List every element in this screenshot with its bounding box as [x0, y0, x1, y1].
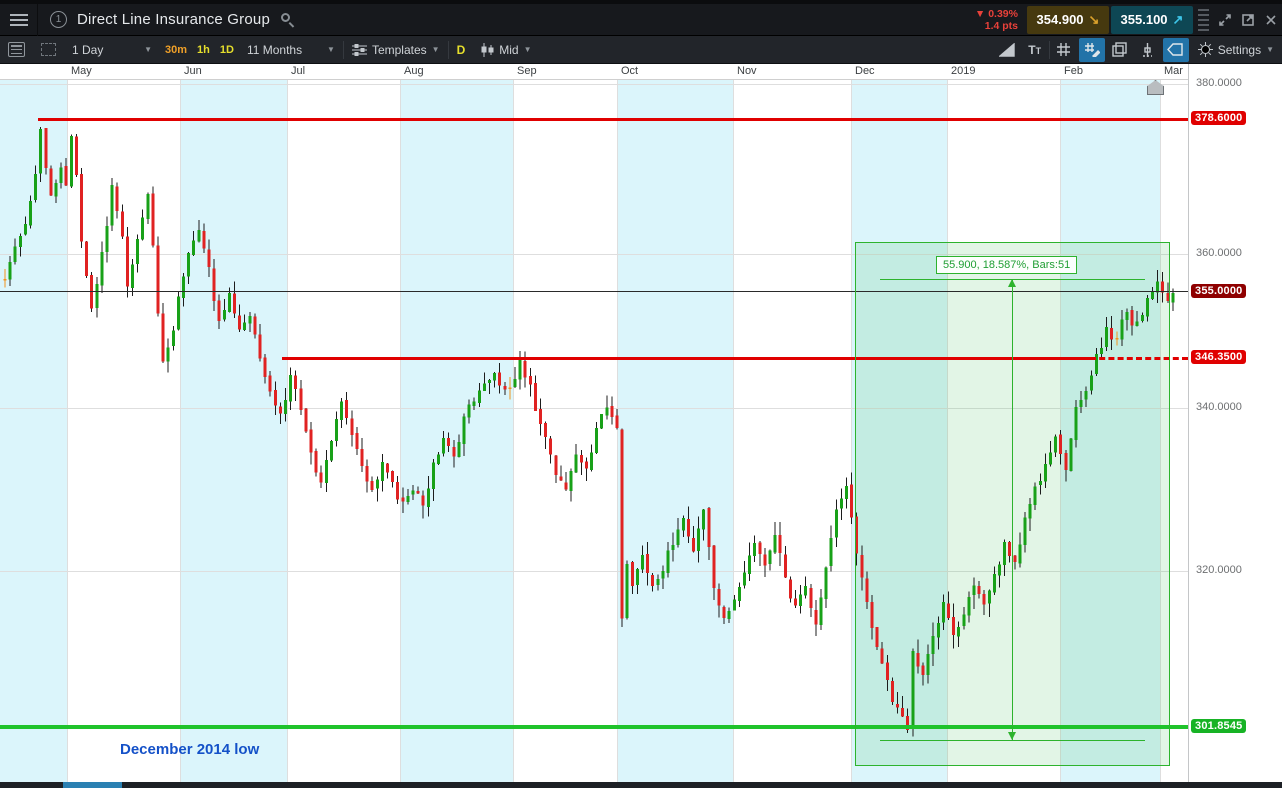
- popout-window-button[interactable]: [1236, 9, 1259, 31]
- chart-text-annotation[interactable]: December 2014 low: [120, 741, 259, 758]
- list-icon: [8, 42, 25, 57]
- axis-tick-label: 320.0000: [1196, 563, 1242, 576]
- templates-dropdown[interactable]: Templates ▼: [344, 36, 448, 64]
- arrow-up-icon: [1008, 279, 1016, 287]
- price-change-indicator: ▼ 0.39% 1.4 pts: [975, 8, 1018, 32]
- axis-tick-label: 380.0000: [1196, 77, 1242, 89]
- interval-1d-button[interactable]: 1D: [215, 44, 239, 56]
- grid-settings-button[interactable]: [1051, 38, 1077, 62]
- chevron-down-icon: ▼: [1266, 45, 1274, 54]
- draw-tools-button-active[interactable]: [1078, 37, 1105, 62]
- sell-price-button[interactable]: 354.900 ↘: [1027, 5, 1109, 34]
- resistance-378-badge: 378.6000: [1191, 111, 1247, 125]
- chart-type-letter-button[interactable]: D: [449, 36, 474, 64]
- hamburger-menu-button[interactable]: [0, 3, 38, 36]
- scrollbar-handle[interactable]: [63, 782, 122, 788]
- sell-down-arrow-icon: ↘: [1088, 11, 1100, 27]
- instrument-title: Direct Line Insurance Group: [77, 11, 270, 28]
- price-axis[interactable]: 380.0000 360.0000 340.0000 320.0000 378.6000…: [1188, 64, 1282, 782]
- dashed-square-icon: [41, 43, 56, 56]
- interval-1h-button[interactable]: 1h: [192, 44, 215, 56]
- search-icon[interactable]: [280, 12, 296, 28]
- buy-up-arrow-icon: ↗: [1172, 11, 1184, 27]
- drag-grip-icon[interactable]: [1198, 8, 1209, 31]
- layers-button[interactable]: [1107, 38, 1133, 62]
- change-points: 1.4 pts: [984, 19, 1018, 32]
- candlestick-chart-canvas[interactable]: May Jun Jul Aug Sep Oct Nov Dec 2019 Feb Mar 55.900…: [0, 64, 1188, 782]
- price-label-tool-button[interactable]: [1162, 37, 1189, 62]
- trend-tool-button[interactable]: [994, 38, 1020, 62]
- chevron-down-icon: ▼: [144, 45, 152, 54]
- restore-window-button[interactable]: [1213, 9, 1236, 31]
- support-346-badge: 346.3500: [1191, 350, 1247, 365]
- layout-grid-button[interactable]: [33, 36, 64, 64]
- chevron-down-icon: ▼: [431, 45, 440, 54]
- current-355-badge: 355.0000: [1191, 283, 1247, 298]
- window-header: 1 Direct Line Insurance Group ▼ 0.39% 1.…: [0, 3, 1282, 36]
- period-dropdown[interactable]: 1 Day ▼: [64, 36, 160, 64]
- time-scrollbar[interactable]: [0, 782, 1282, 788]
- watchlist-panel-button[interactable]: [0, 36, 33, 64]
- trading-app-window: { "window": { "title": "Direct Line Insu…: [0, 0, 1282, 788]
- pane-number-badge: 1: [50, 11, 67, 28]
- chevron-down-icon: ▼: [327, 45, 335, 54]
- axis-tick-label: 360.0000: [1196, 247, 1242, 260]
- arrow-down-icon: [1008, 732, 1016, 740]
- interval-30m-button[interactable]: 30m: [160, 44, 192, 56]
- resistance-378-line[interactable]: [38, 117, 1188, 121]
- measurement-arrow-line[interactable]: [1012, 279, 1013, 740]
- close-window-button[interactable]: [1259, 9, 1282, 31]
- buy-price-button[interactable]: 355.100 ↗: [1111, 5, 1193, 34]
- measurement-label[interactable]: 55.900, 18.587%, Bars:51: [936, 256, 1078, 274]
- settings-dropdown[interactable]: Settings ▼: [1190, 36, 1282, 64]
- gear-icon: [1197, 42, 1213, 57]
- axis-tick-label: 340.0000: [1196, 400, 1242, 413]
- change-percent: ▼ 0.39%: [974, 7, 1018, 20]
- ohlc-tool-button[interactable]: [1135, 38, 1161, 62]
- dec-2014-low-badge: 301.8545: [1191, 719, 1247, 734]
- candlestick-icon: [481, 42, 494, 57]
- chart-toolbar: 1 Day ▼ 30m 1h 1D 11 Months ▼ Templates ▼ D…: [0, 36, 1282, 64]
- chevron-down-icon: ▼: [523, 45, 532, 54]
- measurement-bottom-line[interactable]: [880, 740, 1145, 741]
- sliders-icon: [351, 43, 367, 56]
- text-tool-button[interactable]: TT: [1022, 38, 1048, 62]
- range-dropdown[interactable]: 11 Months ▼: [239, 36, 343, 64]
- price-mode-dropdown[interactable]: Mid ▼: [473, 36, 539, 64]
